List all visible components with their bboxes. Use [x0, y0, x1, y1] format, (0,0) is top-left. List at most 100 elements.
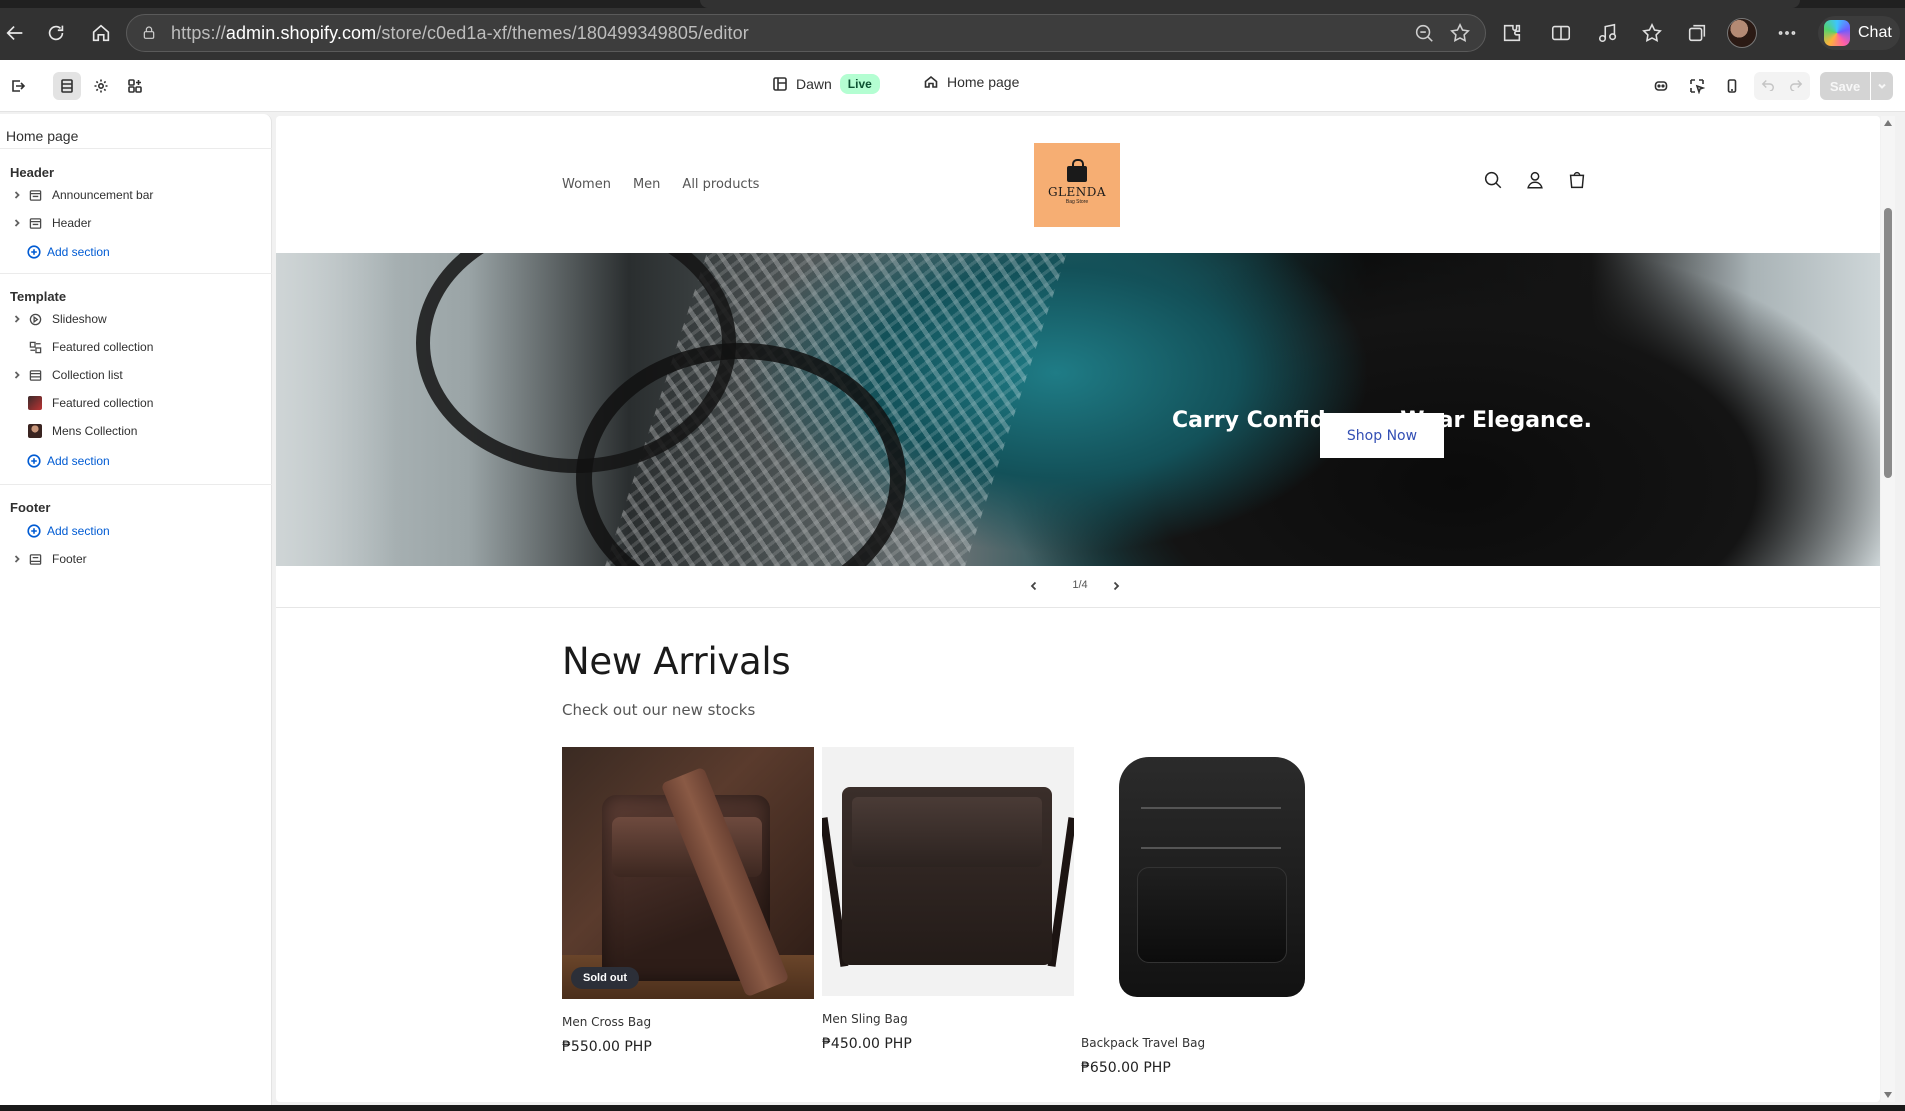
- section-mens-collection[interactable]: Mens Collection: [10, 420, 137, 442]
- favorite-star-icon[interactable]: [1449, 22, 1471, 49]
- page-name: Home page: [947, 74, 1020, 90]
- undo-icon[interactable]: [1761, 77, 1775, 96]
- hero-slideshow[interactable]: Carry Confidence. Wear Elegance.: [276, 253, 1880, 566]
- chevron-right-icon[interactable]: [1110, 579, 1126, 595]
- image-part: [852, 797, 1042, 867]
- group-footer-label: Footer: [10, 500, 51, 515]
- theme-name: Dawn: [796, 76, 832, 92]
- store-header: Women Men All products GLENDA Bag Store: [276, 116, 1880, 252]
- section-label: Featured collection: [52, 396, 154, 410]
- nav-link-all-products[interactable]: All products: [682, 177, 759, 192]
- copilot-chat-button[interactable]: Chat: [1818, 16, 1900, 50]
- inspector-icon[interactable]: [1683, 72, 1711, 100]
- logo-sub: Bag Store: [1065, 198, 1089, 205]
- add-section-footer-button[interactable]: Add section: [27, 520, 110, 542]
- profile-avatar[interactable]: [1727, 18, 1757, 48]
- device-preview-icon[interactable]: [1718, 72, 1746, 100]
- chevron-down-icon: [1878, 83, 1886, 89]
- collections-icon[interactable]: [1683, 19, 1711, 47]
- scroll-thumb[interactable]: [1884, 208, 1892, 478]
- logo-name: GLENDA: [1047, 184, 1107, 199]
- product-name[interactable]: Men Cross Bag: [562, 1015, 814, 1029]
- url-text[interactable]: https://admin.shopify.com/store/c0ed1a-x…: [171, 23, 749, 44]
- exit-icon[interactable]: [4, 72, 32, 100]
- refresh-icon[interactable]: [41, 18, 71, 48]
- scroll-up-arrow[interactable]: [1884, 120, 1892, 126]
- section-announcement-bar[interactable]: Announcement bar: [10, 184, 153, 206]
- group-template-label: Template: [10, 289, 67, 304]
- chevron-right-icon[interactable]: [10, 368, 24, 382]
- search-icon[interactable]: [1482, 169, 1504, 196]
- app-embeds-icon[interactable]: [121, 72, 149, 100]
- add-section-label: Add section: [47, 454, 110, 468]
- section-featured-collection-2[interactable]: Featured collection: [10, 392, 153, 414]
- active-tab[interactable]: [700, 0, 1800, 8]
- extensions-icon[interactable]: [1498, 19, 1526, 47]
- image-thumbnail-icon: [28, 396, 42, 410]
- account-icon[interactable]: [1524, 169, 1546, 196]
- theme-selector[interactable]: Dawn Live: [772, 74, 880, 94]
- chevron-right-icon[interactable]: [10, 188, 24, 202]
- cart-icon[interactable]: [1566, 169, 1588, 196]
- section-collection-list[interactable]: Collection list: [10, 364, 123, 386]
- section-featured-collection[interactable]: Featured collection: [10, 336, 153, 358]
- nav-link-men[interactable]: Men: [633, 177, 660, 192]
- section-label: Mens Collection: [52, 424, 138, 438]
- product-image[interactable]: Sold out: [562, 747, 814, 999]
- product-name[interactable]: Men Sling Bag: [822, 1012, 1074, 1026]
- product-card[interactable]: Backpack Travel Bag ₱650.00 PHP: [1081, 747, 1333, 1076]
- os-taskbar: [0, 1105, 1905, 1111]
- save-options-button[interactable]: [1871, 72, 1893, 100]
- favorites-icon[interactable]: [1638, 19, 1666, 47]
- theme-settings-icon[interactable]: [87, 72, 115, 100]
- collection-subtitle: Check out our new stocks: [562, 701, 756, 719]
- media-icon[interactable]: [1594, 19, 1622, 47]
- product-image[interactable]: [1081, 747, 1333, 1020]
- split-screen-icon[interactable]: [1547, 19, 1575, 47]
- section-slideshow[interactable]: Slideshow: [10, 308, 107, 330]
- add-section-label: Add section: [47, 245, 110, 259]
- more-options-icon[interactable]: [1773, 19, 1801, 47]
- product-image[interactable]: [822, 747, 1074, 996]
- product-card[interactable]: Sold out Men Cross Bag ₱550.00 PHP: [562, 747, 814, 1055]
- product-card[interactable]: Men Sling Bag ₱450.00 PHP: [822, 747, 1074, 1052]
- shop-now-button[interactable]: Shop Now: [1320, 413, 1444, 458]
- divider: [0, 484, 272, 485]
- hero-image-layer: [276, 253, 396, 566]
- add-section-template-button[interactable]: Add section: [27, 450, 110, 472]
- chat-label: Chat: [1858, 24, 1892, 41]
- home-icon[interactable]: [86, 18, 116, 48]
- lock-icon[interactable]: [141, 25, 157, 41]
- slideshow-controls: 1/4: [276, 566, 1880, 608]
- redo-icon[interactable]: [1789, 77, 1803, 96]
- nav-link-women[interactable]: Women: [562, 177, 611, 192]
- section-label: Featured collection: [52, 340, 154, 354]
- store-preview[interactable]: Women Men All products GLENDA Bag Store …: [276, 116, 1880, 1102]
- save-button[interactable]: Save: [1820, 72, 1870, 100]
- store-logo[interactable]: GLENDA Bag Store: [1034, 143, 1120, 227]
- zoom-out-icon[interactable]: [1413, 22, 1435, 49]
- section-header[interactable]: Header: [10, 212, 91, 234]
- tab-strip: [0, 0, 1905, 8]
- preview-scrollbar[interactable]: [1881, 116, 1895, 1102]
- back-icon[interactable]: [0, 18, 30, 48]
- ai-sidekick-icon[interactable]: [1647, 72, 1675, 100]
- sections-icon[interactable]: [53, 72, 81, 100]
- sold-out-badge: Sold out: [571, 967, 639, 989]
- chevron-right-icon[interactable]: [10, 552, 24, 566]
- chevron-left-icon[interactable]: [1028, 579, 1044, 595]
- section-footer[interactable]: Footer: [10, 548, 87, 570]
- divider: [0, 148, 272, 149]
- product-name[interactable]: Backpack Travel Bag: [1081, 1036, 1333, 1050]
- plus-circle-icon: [27, 245, 41, 259]
- scroll-down-arrow[interactable]: [1884, 1092, 1892, 1098]
- bag-logo-icon: [1067, 158, 1087, 182]
- page-selector[interactable]: Home page: [923, 74, 1019, 90]
- add-section-header-button[interactable]: Add section: [27, 241, 110, 263]
- address-bar[interactable]: https://admin.shopify.com/store/c0ed1a-x…: [126, 14, 1486, 52]
- chevron-right-icon[interactable]: [10, 312, 24, 326]
- section-label: Announcement bar: [52, 188, 154, 202]
- slideshow-icon: [28, 312, 42, 326]
- add-section-label: Add section: [47, 524, 110, 538]
- chevron-right-icon[interactable]: [10, 216, 24, 230]
